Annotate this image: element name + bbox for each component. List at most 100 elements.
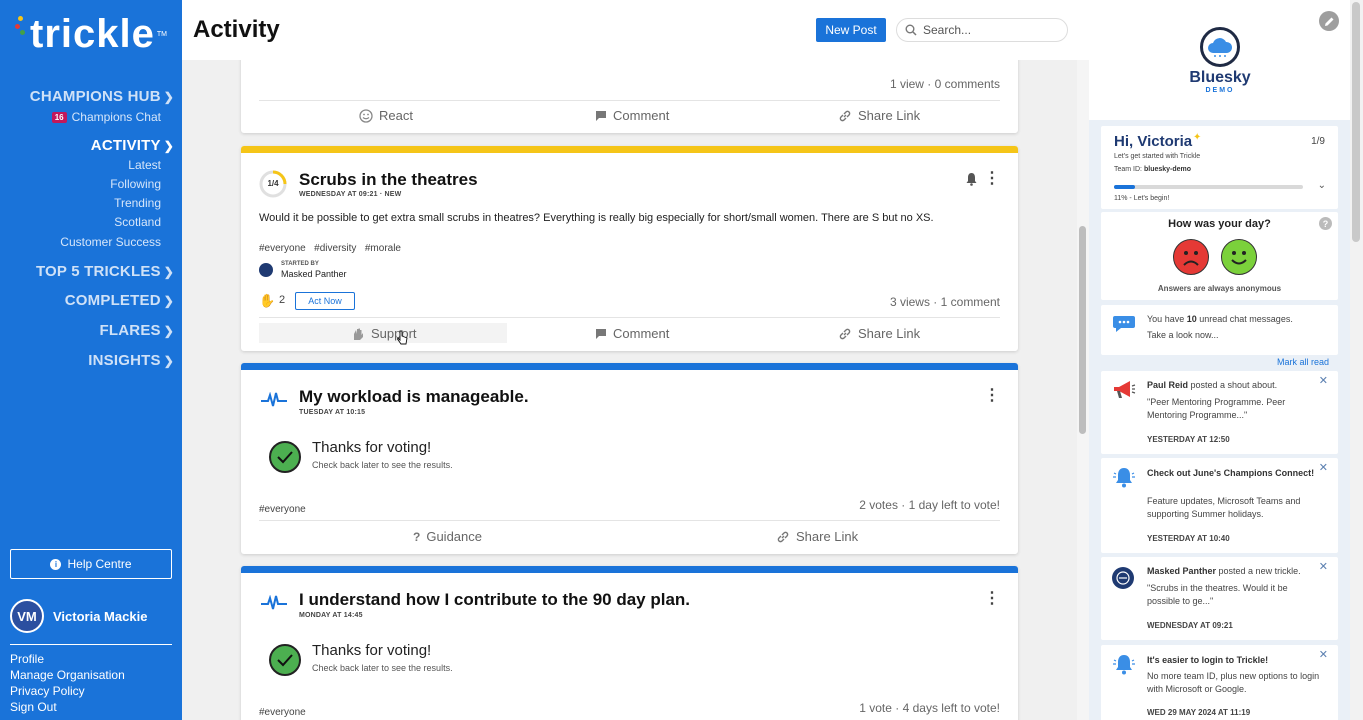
trickle-title[interactable]: Scrubs in the theatres: [299, 170, 478, 190]
nav-champions-chat[interactable]: 16 Champions Chat: [51, 110, 161, 124]
tag[interactable]: #diversity: [314, 243, 356, 254]
nav-latest[interactable]: Latest: [128, 158, 161, 172]
react-button[interactable]: React: [359, 108, 413, 123]
tag-label: #everyone: [259, 707, 306, 718]
sad-face-icon[interactable]: [1173, 239, 1209, 275]
poll-title[interactable]: I understand how I contribute to the 90 …: [299, 590, 690, 610]
edit-button[interactable]: [1319, 11, 1339, 31]
nav-label: Champions Chat: [71, 110, 161, 124]
nav-following[interactable]: Following: [110, 177, 161, 191]
progress-ring-icon: 1/4: [259, 170, 287, 198]
tag[interactable]: #everyone: [259, 702, 310, 720]
notification-card[interactable]: ✕ Paul Reid posted a shout about. "Peer …: [1101, 371, 1338, 454]
nav-customer-success[interactable]: Customer Success: [60, 235, 161, 249]
notification-body: "Scrubs in the theatres. Would it be pos…: [1147, 583, 1288, 606]
more-options-icon[interactable]: ⋮: [984, 388, 1000, 404]
share-link-button[interactable]: Share Link: [838, 108, 920, 123]
share-link-label: Share Link: [796, 529, 859, 544]
tag[interactable]: #everyone: [259, 499, 310, 517]
trickle-card: 1/4 Scrubs in the theatres WEDNESDAY AT …: [241, 146, 1018, 351]
nav-champions-hub[interactable]: CHAMPIONS HUB ❯: [30, 88, 174, 105]
chat-bubble-icon: [1113, 316, 1135, 332]
logo-text: trickle: [30, 12, 155, 56]
vote-confirmation-title: Thanks for voting!: [312, 642, 432, 659]
privacy-policy-link[interactable]: Privacy Policy: [10, 684, 85, 698]
unread-badge: 16: [51, 111, 67, 123]
share-link-label: Share Link: [858, 108, 921, 123]
search-box[interactable]: Search...: [896, 18, 1068, 42]
comment-label: Comment: [613, 108, 670, 123]
chevron-right-icon: ❯: [163, 138, 174, 153]
comment-icon: [596, 110, 606, 121]
share-link-label: Share Link: [858, 326, 921, 341]
chat-notice-card[interactable]: You have 10 unread chat messages. Take a…: [1101, 305, 1338, 355]
info-icon: i: [50, 558, 62, 570]
new-post-button[interactable]: New Post: [816, 18, 886, 42]
hand-icon: [354, 328, 363, 340]
feed-scroll-thumb[interactable]: [1079, 226, 1086, 434]
trickle-body: Would it be possible to get extra small …: [259, 212, 934, 224]
link-icon: [777, 531, 789, 542]
user-profile[interactable]: VM Victoria Mackie: [10, 599, 147, 633]
comment-label: Comment: [613, 326, 670, 341]
nav-flares[interactable]: FLARES ❯: [100, 322, 174, 339]
onboarding-card[interactable]: Hi, Victoria ✦ 1/9 Let's get started wit…: [1101, 126, 1338, 209]
chat-unread-line: You have 10 unread chat messages.: [1147, 314, 1293, 324]
more-options-icon[interactable]: ⋮: [984, 171, 1000, 187]
card-stats: 1 vote · 4 days left to vote!: [859, 701, 1000, 715]
guidance-button[interactable]: ? Guidance: [413, 529, 482, 544]
tag[interactable]: #morale: [365, 243, 401, 254]
support-label: Support: [371, 326, 417, 341]
nav-label: CHAMPIONS HUB: [29, 88, 161, 105]
nav-completed[interactable]: COMPLETED ❯: [65, 292, 174, 309]
onboarding-progress-text: 11% - Let's begin!: [1114, 195, 1170, 202]
divider: [259, 100, 1000, 101]
act-now-button[interactable]: Act Now: [295, 292, 355, 310]
comment-button[interactable]: Comment: [595, 326, 669, 341]
tag[interactable]: #everyone: [259, 243, 306, 254]
chevron-right-icon: ❯: [163, 353, 174, 368]
notification-body: Feature updates, Microsoft Teams and sup…: [1147, 496, 1301, 519]
more-options-icon[interactable]: ⋮: [984, 591, 1000, 607]
team-id-label: Team ID:: [1114, 166, 1143, 173]
profile-link[interactable]: Profile: [10, 652, 44, 666]
mood-card: How was your day? ? Answers are always a…: [1101, 212, 1338, 300]
notification-card[interactable]: ✕ Check out June's Champions Connect! Fe…: [1101, 458, 1338, 553]
search-icon: [905, 24, 917, 36]
share-link-button[interactable]: Share Link: [838, 326, 920, 341]
bell-icon[interactable]: [965, 172, 978, 191]
trickle-logo[interactable]: trickle TM: [14, 14, 167, 54]
mark-all-read-link[interactable]: Mark all read: [1277, 357, 1329, 367]
nav-label: ACTIVITY: [90, 137, 161, 154]
happy-face-icon[interactable]: [1221, 239, 1257, 275]
share-link-button[interactable]: Share Link: [776, 529, 858, 544]
nav-trending[interactable]: Trending: [114, 196, 161, 210]
notification-card[interactable]: ✕ It's easier to login to Trickle! No mo…: [1101, 645, 1338, 720]
notification-body: "Peer Mentoring Programme. Peer Mentorin…: [1147, 397, 1286, 420]
bell-ring-icon: [1113, 655, 1135, 675]
nav-insights[interactable]: INSIGHTS ❯: [88, 352, 174, 369]
poll-title[interactable]: My workload is manageable.: [299, 387, 529, 407]
poll-meta: MONDAY AT 14:45: [299, 612, 363, 619]
right-scroll-thumb[interactable]: [1352, 2, 1360, 242]
comment-button[interactable]: Comment: [595, 108, 669, 123]
sparkle-icon: ✦: [1193, 132, 1202, 143]
nav-scotland[interactable]: Scotland: [114, 215, 161, 229]
notification-card[interactable]: ✕ Masked Panther posted a new trickle. "…: [1101, 557, 1338, 640]
sign-out-link[interactable]: Sign Out: [10, 700, 57, 714]
help-icon[interactable]: ?: [1319, 217, 1332, 230]
manage-organisation-link[interactable]: Manage Organisation: [10, 668, 125, 682]
nav-activity[interactable]: ACTIVITY ❯: [91, 137, 174, 154]
chevron-down-icon[interactable]: ⌄: [1318, 180, 1326, 191]
notification-title: Paul Reid posted a shout about.: [1147, 380, 1322, 390]
team-id-line: Team ID: bluesky-demo: [1114, 166, 1191, 173]
nav-label: COMPLETED: [64, 292, 161, 309]
search-input[interactable]: Search...: [923, 23, 971, 37]
react-label: React: [379, 108, 413, 123]
close-icon[interactable]: ✕: [1319, 461, 1328, 474]
brand-name: Bluesky: [1189, 69, 1251, 86]
chat-pre: You have: [1147, 314, 1185, 324]
nav-top5[interactable]: TOP 5 TRICKLES ❯: [36, 263, 174, 280]
help-centre-button[interactable]: i Help Centre: [10, 549, 172, 579]
cloud-icon: [1200, 27, 1240, 67]
